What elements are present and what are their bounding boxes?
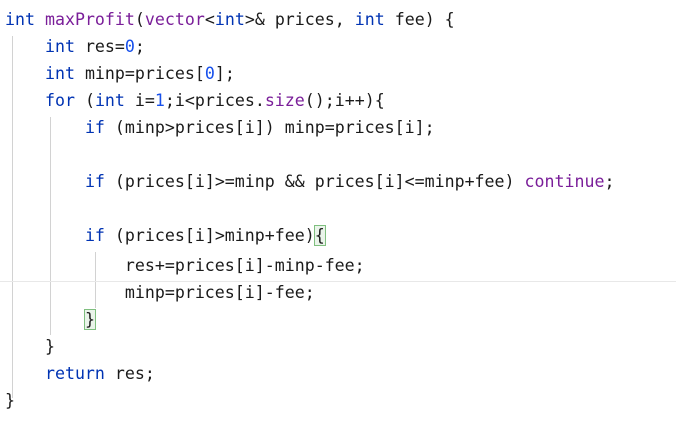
code-token: ; — [604, 172, 615, 191]
code-token: int — [44, 64, 75, 83]
code-token: minp=prices[i]-fee; — [5, 283, 315, 302]
code-token: ;i<prices. — [164, 91, 265, 110]
code-token: i= — [124, 91, 155, 110]
code-token: int — [94, 91, 125, 110]
code-token: < — [204, 10, 215, 29]
code-line[interactable]: } — [5, 387, 15, 414]
code-token: >& prices, — [244, 10, 355, 29]
code-token: minp=prices[ — [74, 64, 205, 83]
code-token: res= — [74, 37, 125, 56]
code-token: int — [354, 10, 385, 29]
matched-brace: } — [83, 309, 96, 330]
code-token: ( — [134, 10, 145, 29]
code-line[interactable]: if (prices[i]>=minp && prices[i]<=minp+f… — [5, 168, 615, 195]
code-token: if — [84, 226, 105, 245]
code-line[interactable]: int res=0; — [5, 33, 145, 60]
code-line[interactable]: int minp=prices[0]; — [5, 60, 235, 87]
code-token: ]; — [214, 64, 235, 83]
code-line[interactable]: return res; — [5, 360, 155, 387]
code-line[interactable]: } — [5, 333, 55, 360]
code-token: 0 — [204, 64, 215, 83]
code-token: (minp>prices[i]) minp=prices[i]; — [104, 118, 435, 137]
code-token: res; — [104, 364, 155, 383]
code-token: 0 — [124, 37, 135, 56]
code-editor[interactable]: int maxProfit(vector<int>& prices, int f… — [0, 0, 676, 421]
matched-brace: { — [313, 225, 326, 246]
code-line[interactable]: if (prices[i]>minp+fee){ — [5, 222, 326, 249]
code-token: } — [5, 337, 55, 356]
code-token: (prices[i]>minp+fee) — [104, 226, 315, 245]
code-token: return — [44, 364, 105, 383]
code-token: res+=prices[i]-minp-fee; — [5, 256, 365, 275]
code-token: maxProfit — [44, 10, 135, 29]
code-token: int — [5, 10, 35, 29]
code-token: int — [214, 10, 245, 29]
code-token: (prices[i]>=minp && prices[i]<=minp+fee) — [104, 172, 525, 191]
code-token: vector — [144, 10, 205, 29]
code-line[interactable]: if (minp>prices[i]) minp=prices[i]; — [5, 114, 435, 141]
code-line[interactable]: minp=prices[i]-fee; — [5, 279, 315, 306]
code-token: ; — [134, 37, 145, 56]
code-line[interactable]: for (int i=1;i<prices.size();i++){ — [5, 87, 385, 114]
code-line[interactable]: } — [5, 306, 96, 333]
code-token: size — [264, 91, 305, 110]
code-token: fee) { — [384, 10, 455, 29]
code-token: if — [84, 118, 105, 137]
code-token: ( — [74, 91, 95, 110]
code-token: if — [84, 172, 105, 191]
code-token: 1 — [154, 91, 165, 110]
code-token: ();i++){ — [304, 91, 385, 110]
code-line[interactable]: int maxProfit(vector<int>& prices, int f… — [5, 6, 455, 33]
code-token: for — [44, 91, 75, 110]
code-token: continue — [524, 172, 605, 191]
code-token: int — [44, 37, 75, 56]
code-token: } — [5, 391, 15, 410]
code-line[interactable]: res+=prices[i]-minp-fee; — [5, 252, 365, 279]
